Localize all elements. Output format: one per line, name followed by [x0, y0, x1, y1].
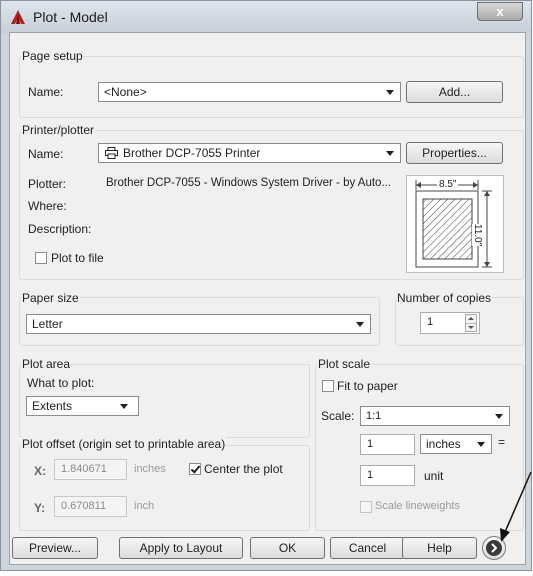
preview-height-label: 11.0" — [472, 224, 483, 247]
paper-size-value: Letter — [32, 317, 63, 331]
copies-label: Number of copies — [396, 291, 493, 305]
plot-to-file-checkbox[interactable] — [35, 252, 47, 264]
where-label: Where: — [28, 199, 67, 213]
preview-button[interactable]: Preview... — [12, 537, 98, 559]
paper-preview: 8.5" 11.0" — [406, 175, 504, 273]
scale-value2: 1 — [367, 469, 374, 481]
chevron-down-icon — [477, 442, 485, 447]
window-title: Plot - Model — [33, 9, 108, 25]
chevron-down-icon — [120, 404, 128, 409]
printer-icon — [105, 147, 118, 159]
description-label: Description: — [28, 222, 92, 236]
fit-to-paper-checkbox[interactable] — [322, 380, 334, 392]
plot-offset-label: Plot offset (origin set to printable are… — [21, 437, 227, 451]
printer-name-value: Brother DCP-7055 Printer — [123, 146, 261, 160]
center-plot-label: Center the plot — [204, 462, 283, 476]
copies-value: 1 — [427, 316, 434, 328]
chevron-down-icon — [356, 322, 364, 327]
plot-area-label: Plot area — [21, 357, 72, 371]
spin-up-icon[interactable] — [466, 315, 476, 324]
chevron-down-icon — [386, 151, 394, 156]
page-setup-name-value: <None> — [104, 85, 147, 99]
printer-name-combo[interactable]: Brother DCP-7055 Printer — [98, 143, 401, 163]
ok-button[interactable]: OK — [250, 537, 325, 559]
scale-value1-input[interactable]: 1 — [360, 434, 415, 455]
add-button[interactable]: Add... — [406, 81, 503, 103]
apply-to-layout-button[interactable]: Apply to Layout — [119, 537, 243, 559]
paper-preview-diagram — [415, 180, 492, 268]
offset-x-input[interactable]: 1.840671 — [54, 459, 127, 480]
what-to-plot-label: What to plot: — [27, 376, 95, 390]
help-button[interactable]: Help — [402, 537, 477, 559]
chevron-down-icon — [386, 90, 394, 95]
center-plot-checkbox[interactable] — [189, 463, 201, 475]
scale-lineweights-label: Scale lineweights — [375, 500, 460, 512]
paper-size-combo[interactable]: Letter — [26, 314, 371, 334]
scale-value1: 1 — [367, 438, 374, 450]
paper-size-label: Paper size — [21, 291, 80, 305]
plot-to-file-label: Plot to file — [51, 251, 104, 265]
plot-offset-group — [19, 445, 310, 531]
title-bar[interactable]: Plot - Model x — [1, 1, 531, 33]
what-to-plot-value: Extents — [32, 399, 73, 413]
scale-value2-input[interactable]: 1 — [360, 465, 415, 486]
offset-x-unit: inches — [134, 463, 166, 475]
offset-y-input[interactable]: 0.670811 — [54, 496, 127, 517]
offset-x-value: 1.840671 — [61, 463, 107, 475]
plot-scale-label: Plot scale — [317, 357, 372, 371]
page-setup-name-label: Name: — [28, 85, 64, 99]
fit-to-paper-label: Fit to paper — [337, 379, 398, 393]
offset-y-label: Y: — [34, 501, 46, 515]
close-button[interactable]: x — [477, 2, 523, 21]
properties-button[interactable]: Properties... — [406, 142, 503, 164]
preview-width-label: 8.5" — [437, 179, 459, 190]
spin-down-icon[interactable] — [466, 324, 476, 332]
what-to-plot-combo[interactable]: Extents — [26, 396, 139, 416]
offset-y-value: 0.670811 — [61, 500, 107, 512]
page-setup-name-combo[interactable]: <None> — [98, 82, 401, 102]
scale-unit-combo[interactable]: inches — [420, 434, 492, 454]
scale-lineweights-checkbox[interactable] — [360, 501, 372, 513]
offset-y-unit: inch — [134, 500, 155, 512]
annotation-arrow — [500, 471, 532, 542]
printer-name-label: Name: — [28, 147, 64, 161]
scale-unit2: unit — [424, 469, 444, 483]
scale-combo[interactable]: 1:1 — [360, 406, 510, 426]
chevron-down-icon — [495, 414, 503, 419]
plotter-value: Brother DCP-7055 - Windows System Driver… — [106, 177, 392, 189]
dialog-body: Page setup Name: <None> Add... Printer/p… — [9, 32, 526, 565]
printer-plotter-label: Printer/plotter — [21, 123, 96, 137]
cancel-button[interactable]: Cancel — [330, 537, 405, 559]
autocad-logo-icon — [11, 10, 25, 24]
scale-unit-value: inches — [426, 437, 461, 451]
plotter-label: Plotter: — [28, 177, 67, 191]
scale-label: Scale: — [321, 409, 355, 423]
page-setup-label: Page setup — [21, 49, 84, 63]
scale-equals: = — [498, 435, 506, 449]
scale-value: 1:1 — [366, 410, 382, 422]
offset-x-label: X: — [34, 464, 46, 478]
copies-spinner[interactable] — [465, 314, 477, 332]
